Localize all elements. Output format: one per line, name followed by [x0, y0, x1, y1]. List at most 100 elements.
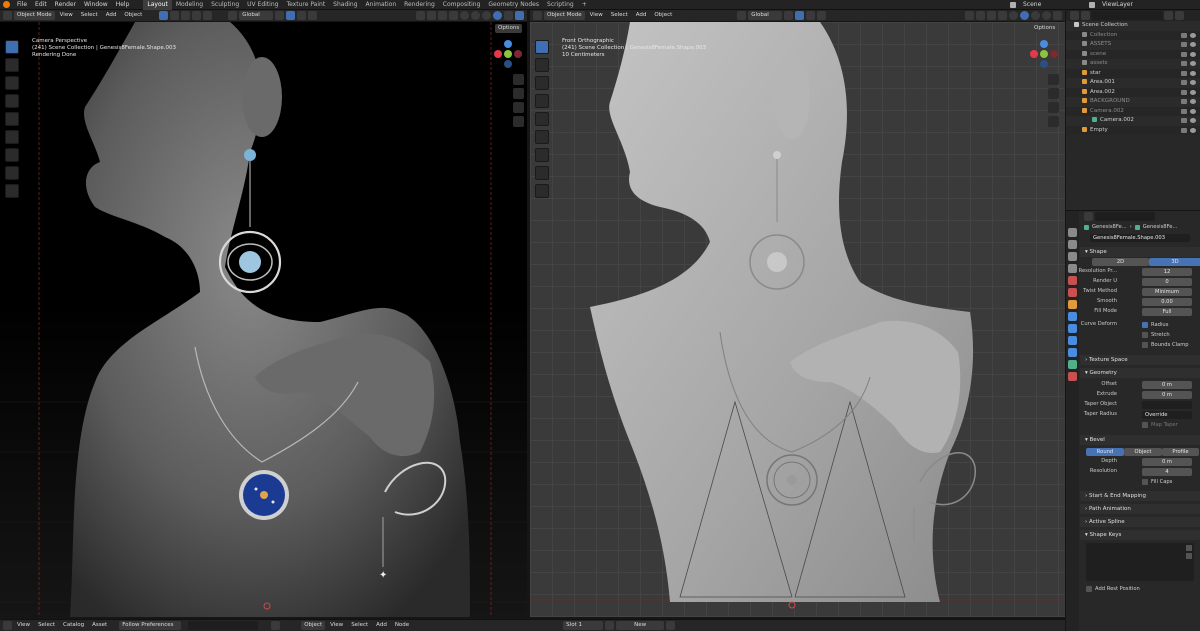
curve-data-tab-icon[interactable]: [1068, 360, 1077, 369]
measure-tool-icon[interactable]: [5, 166, 19, 180]
bottom-menu-view-2[interactable]: View: [327, 621, 346, 630]
select-extend-icon[interactable]: [170, 11, 180, 20]
shading-material-icon[interactable]: [1031, 11, 1040, 20]
outliner-item[interactable]: BACKGROUND: [1066, 97, 1200, 107]
property-value-field[interactable]: 12: [1142, 268, 1192, 276]
property-value-field[interactable]: Minimum: [1142, 288, 1192, 296]
fill-caps-checkbox[interactable]: Fill Caps: [1142, 478, 1172, 486]
render-camera-icon[interactable]: [1181, 89, 1187, 95]
render-camera-icon[interactable]: [1181, 42, 1187, 47]
tab-animation[interactable]: Animation: [362, 0, 401, 10]
property-value-field[interactable]: 0 m: [1142, 381, 1192, 389]
pan-hand-icon[interactable]: [1048, 88, 1059, 99]
tab-sculpting[interactable]: Sculpting: [207, 0, 243, 10]
shading-options-icon[interactable]: [504, 11, 513, 20]
shading-wireframe-icon[interactable]: [460, 11, 469, 20]
taper-object-field[interactable]: [1142, 401, 1192, 409]
gizmo-z-icon[interactable]: [504, 40, 512, 48]
right-options-button[interactable]: Options: [1031, 24, 1059, 33]
visibility-eye-icon[interactable]: [1190, 70, 1196, 76]
curve-deform-checkbox[interactable]: Radius: [1142, 321, 1168, 329]
zoom-icon[interactable]: [513, 74, 524, 85]
grid-view-icon[interactable]: [1048, 116, 1059, 127]
bottom-menu-add[interactable]: Add: [373, 621, 390, 630]
editor-type-icon[interactable]: [3, 11, 12, 20]
scene-selector[interactable]: Scene: [1019, 0, 1059, 10]
annotate-tool-icon[interactable]: [5, 148, 19, 162]
annotate-tool-icon[interactable]: [535, 148, 549, 162]
map-taper-checkbox[interactable]: Map Taper: [1142, 421, 1178, 429]
gizmo-toggle-icon[interactable]: [976, 11, 985, 20]
new-material-button[interactable]: New: [616, 621, 665, 630]
visibility-eye-icon[interactable]: [1190, 127, 1196, 133]
render-camera-icon[interactable]: [1181, 61, 1187, 66]
output-tab-icon[interactable]: [1068, 252, 1077, 261]
bottom-menu-object[interactable]: Object: [301, 621, 326, 630]
cursor-tool-icon[interactable]: [5, 58, 19, 72]
outliner-item[interactable]: Area.001: [1066, 78, 1200, 88]
shape-panel-header[interactable]: ▾ Shape: [1080, 247, 1200, 257]
left-menu-object[interactable]: Object: [121, 11, 145, 20]
display-mode-icon[interactable]: [1081, 11, 1090, 20]
tab-shading[interactable]: Shading: [329, 0, 361, 10]
menu-edit[interactable]: Edit: [31, 0, 51, 10]
follow-preferences-dropdown[interactable]: Follow Preferences: [119, 621, 182, 630]
outliner-editor-icon[interactable]: [1070, 11, 1079, 20]
shader-editor-icon[interactable]: [271, 621, 281, 630]
scene-tab-icon[interactable]: [1068, 276, 1077, 285]
object-tab-icon[interactable]: [1068, 300, 1077, 309]
rotate-tool-icon[interactable]: [5, 94, 19, 108]
render-camera-icon[interactable]: [1181, 108, 1187, 114]
snap-icon[interactable]: [286, 11, 296, 20]
gizmo-toggle-icon[interactable]: [427, 11, 436, 20]
outliner-item[interactable]: Camera.002: [1066, 106, 1200, 116]
tab-compositing[interactable]: Compositing: [439, 0, 485, 10]
property-value-field[interactable]: Full: [1142, 308, 1192, 316]
gizmo-neg-z-icon[interactable]: [1040, 60, 1048, 68]
blender-logo-icon[interactable]: [3, 1, 10, 8]
object-mode-dropdown[interactable]: Object Mode: [14, 11, 55, 20]
bottom-menu-select[interactable]: Select: [35, 621, 58, 630]
measure-tool-icon[interactable]: [535, 166, 549, 180]
scale-tool-icon[interactable]: [535, 112, 549, 126]
tab-uv-editing[interactable]: UV Editing: [243, 0, 282, 10]
transform-orientation-dropdown[interactable]: Global: [239, 11, 274, 20]
curve-deform-checkbox[interactable]: Bounds Clamp: [1142, 341, 1189, 349]
outliner-item[interactable]: assets: [1066, 59, 1200, 69]
dim-3d-button[interactable]: 3D: [1149, 258, 1200, 266]
render-camera-icon[interactable]: [1181, 51, 1187, 57]
bevel-panel-header[interactable]: ▾ Bevel: [1080, 435, 1200, 445]
right-menu-select[interactable]: Select: [608, 11, 631, 20]
pin-icon[interactable]: [666, 621, 676, 630]
transform-orientation-dropdown[interactable]: Global: [748, 11, 783, 20]
select-intersect-icon[interactable]: [203, 11, 213, 20]
gizmo-neg-x-icon[interactable]: [1050, 50, 1058, 58]
transform-tool-icon[interactable]: [5, 130, 19, 144]
shading-rendered-icon[interactable]: [493, 11, 502, 20]
slot-dropdown[interactable]: Slot 1: [563, 621, 604, 630]
bottom-menu-catalog[interactable]: Catalog: [60, 621, 87, 630]
shape-keys-panel-header[interactable]: ▾ Shape Keys: [1080, 530, 1200, 540]
bottom-menu-view[interactable]: View: [14, 621, 33, 630]
bottom-search-field[interactable]: [188, 621, 259, 630]
menu-help[interactable]: Help: [112, 0, 134, 10]
select-invert-icon[interactable]: [192, 11, 202, 20]
left-options-button[interactable]: Options: [495, 24, 523, 33]
shading-material-icon[interactable]: [482, 11, 491, 20]
outliner-item[interactable]: Empty: [1066, 125, 1200, 135]
view-layer-tab-icon[interactable]: [1068, 264, 1077, 273]
constraints-tab-icon[interactable]: [1068, 348, 1077, 357]
visibility-eye-icon[interactable]: [1190, 80, 1196, 85]
render-camera-icon[interactable]: [1181, 80, 1187, 85]
left-menu-select[interactable]: Select: [78, 11, 101, 20]
xray-icon[interactable]: [449, 11, 458, 20]
right-menu-object[interactable]: Object: [651, 11, 675, 20]
cursor-tool-icon[interactable]: [535, 58, 549, 72]
navigation-gizmo[interactable]: [1030, 40, 1058, 68]
menu-render[interactable]: Render: [51, 0, 80, 10]
bevel-profile-button[interactable]: Profile: [1162, 448, 1199, 456]
move-tool-icon[interactable]: [5, 76, 19, 90]
visibility-eye-icon[interactable]: [1190, 51, 1196, 57]
collapsed-panel-header[interactable]: › Path Animation: [1080, 504, 1200, 514]
transform-orientation-icon[interactable]: [737, 11, 747, 20]
